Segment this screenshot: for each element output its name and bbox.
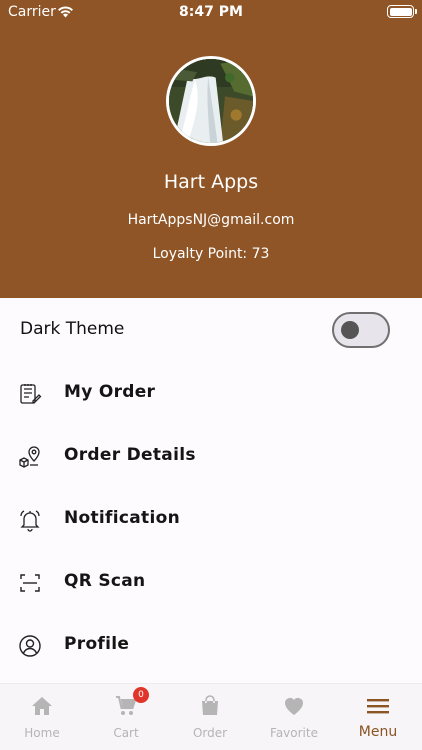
menu-item-label: QR Scan: [64, 571, 146, 591]
tab-menu[interactable]: Menu: [336, 684, 420, 750]
tab-label: Menu: [358, 724, 398, 740]
user-email: HartAppsNJ@gmail.com: [127, 212, 295, 228]
tab-label: Favorite: [270, 726, 318, 740]
menu-item-order-details[interactable]: Order Details: [0, 425, 422, 488]
menu-item-label: My Order: [64, 382, 156, 402]
tab-label: Home: [24, 726, 60, 740]
menu-item-label: Order Details: [64, 445, 196, 465]
bell-icon: [20, 510, 40, 532]
order-list-icon: [20, 384, 42, 404]
cart-badge: 0: [133, 687, 149, 703]
profile-header: Carrier 8:47 PM Hart Apps HartAppsNJ@gma…: [0, 0, 422, 298]
avatar[interactable]: [166, 56, 256, 146]
dark-theme-toggle[interactable]: [332, 312, 390, 348]
bottom-tab-bar: Home 0 Cart Order Favorite Menu: [0, 683, 422, 750]
menu-item-notification[interactable]: Notification: [0, 488, 422, 551]
tab-home[interactable]: Home: [0, 684, 84, 750]
menu-item-qr-scan[interactable]: QR Scan: [0, 551, 422, 614]
home-icon: [32, 697, 52, 715]
loyalty-points: Loyalty Point: 73: [152, 246, 270, 262]
menu-item-my-order[interactable]: My Order: [0, 362, 422, 425]
status-bar: Carrier 8:47 PM: [0, 0, 422, 26]
bag-icon: [202, 695, 218, 715]
heart-icon: [285, 698, 303, 715]
waterfall-photo: [169, 59, 253, 143]
user-name: Hart Apps: [163, 171, 259, 193]
tab-label: Order: [192, 726, 228, 740]
battery-icon: [387, 5, 417, 18]
tab-order[interactable]: Order: [168, 684, 252, 750]
menu-icon: [367, 699, 389, 714]
menu-item-label: Notification: [64, 508, 180, 528]
tab-favorite[interactable]: Favorite: [252, 684, 336, 750]
tab-cart[interactable]: 0 Cart: [84, 684, 168, 750]
menu-item-label: Profile: [64, 634, 130, 654]
dark-theme-label: Dark Theme: [20, 319, 125, 339]
location-box-icon: [19, 446, 40, 468]
menu-item-profile[interactable]: Profile: [0, 614, 422, 677]
profile-icon: [19, 635, 41, 657]
qr-scan-icon: [20, 574, 40, 592]
tab-label: Cart: [113, 726, 139, 740]
toggle-knob: [341, 321, 359, 339]
status-time: 8:47 PM: [179, 4, 243, 20]
